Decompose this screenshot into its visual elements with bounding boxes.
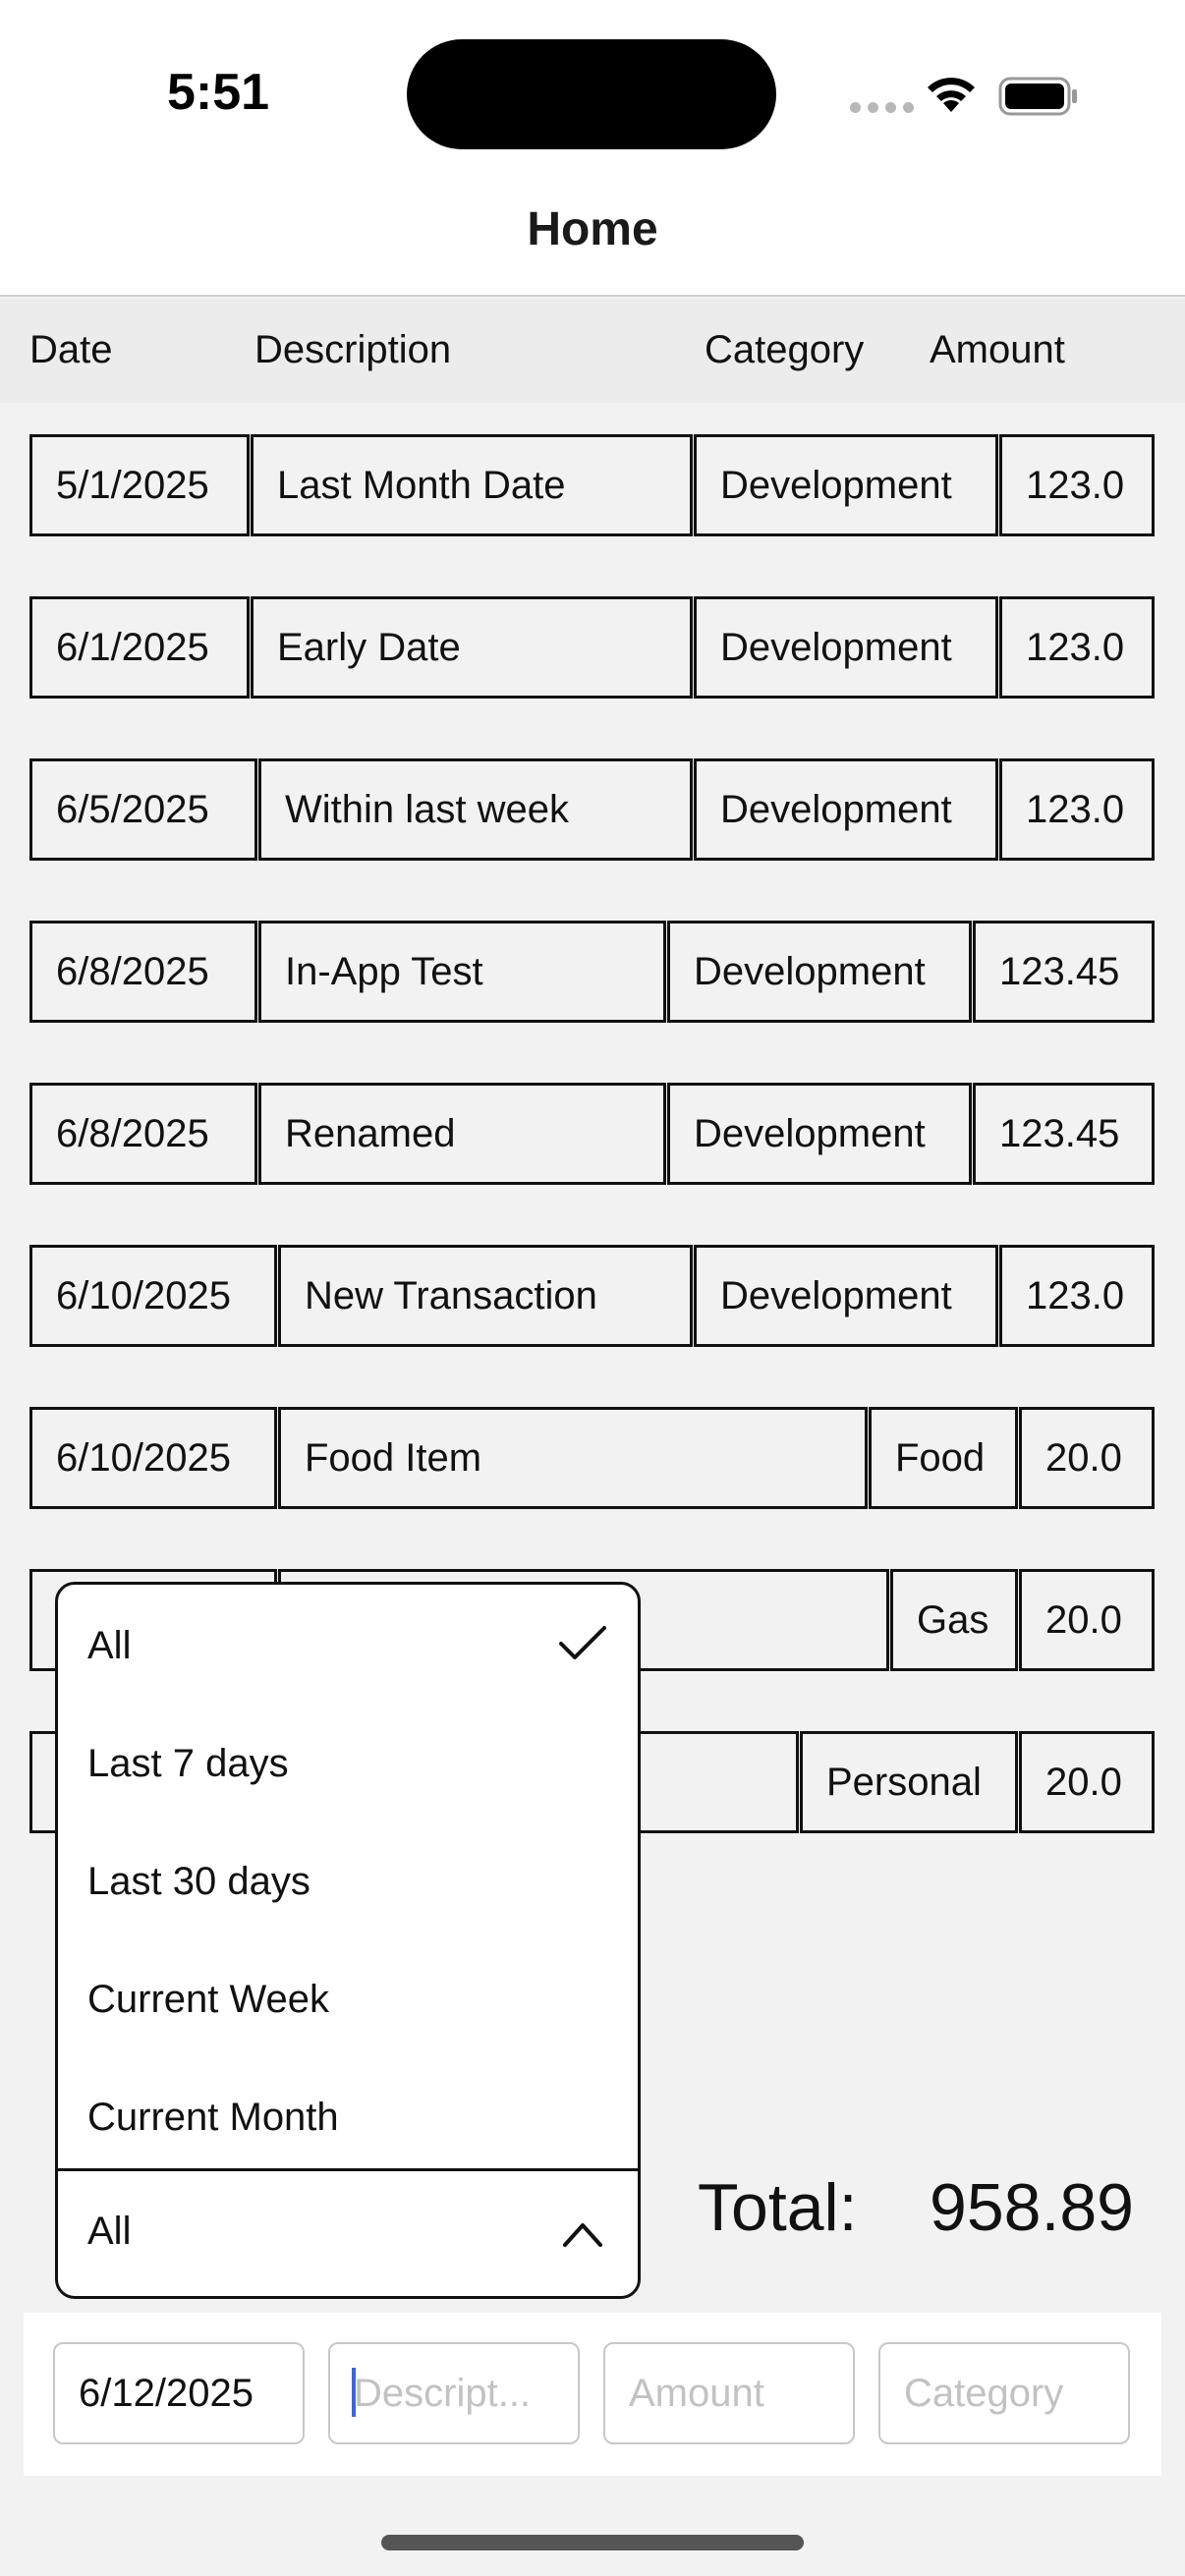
cellular-signal-icon [850, 102, 914, 113]
row-category[interactable]: Personal [800, 1731, 1018, 1833]
text-caret [352, 2368, 356, 2417]
table-row[interactable]: 6/8/2025 In-App Test Development 123.45 [0, 921, 1185, 1023]
row-amount[interactable]: 123.0 [999, 434, 1155, 536]
row-description[interactable]: Last Month Date [251, 434, 693, 536]
category-input[interactable] [878, 2342, 1130, 2444]
row-date[interactable]: 6/1/2025 [29, 596, 250, 699]
date-filter-dropdown[interactable]: All Last 7 days Last 30 days Current Wee… [55, 1582, 641, 2299]
row-description[interactable]: Renamed [258, 1083, 666, 1185]
row-description[interactable]: Early Date [251, 596, 693, 699]
checkmark-icon [559, 1626, 606, 1659]
table-row[interactable]: 6/5/2025 Within last week Development 12… [0, 758, 1185, 861]
total-value: 958.89 [930, 2170, 1134, 2245]
row-category[interactable]: Food [869, 1407, 1018, 1509]
filter-option-current-month[interactable]: Current Month [87, 2096, 339, 2140]
row-date[interactable]: 6/10/2025 [29, 1407, 277, 1509]
row-description[interactable]: In-App Test [258, 921, 666, 1023]
table-row[interactable]: 6/1/2025 Early Date Development 123.0 [0, 596, 1185, 699]
row-amount[interactable]: 123.45 [973, 1083, 1155, 1185]
row-category[interactable]: Gas [890, 1569, 1018, 1671]
row-date[interactable]: 6/10/2025 [29, 1245, 277, 1347]
row-category[interactable]: Development [694, 596, 998, 699]
row-description[interactable]: Within last week [258, 758, 693, 861]
table-row[interactable]: 6/10/2025 New Transaction Development 12… [0, 1245, 1185, 1347]
new-transaction-bar [24, 2313, 1161, 2476]
row-date[interactable]: 6/8/2025 [29, 1083, 257, 1185]
chevron-up-icon[interactable] [561, 2219, 604, 2249]
home-screen: 5:51 Home Date Description Category Amou… [0, 0, 1185, 2576]
row-category[interactable]: Development [694, 434, 998, 536]
row-date[interactable]: 6/8/2025 [29, 921, 257, 1023]
row-amount[interactable]: 123.0 [999, 1245, 1155, 1347]
filter-selected-value[interactable]: All [87, 2210, 131, 2254]
table-row[interactable]: 6/8/2025 Renamed Development 123.45 [0, 1083, 1185, 1185]
battery-icon [998, 77, 1077, 116]
header-category: Category [705, 328, 865, 371]
status-and-nav-bar: 5:51 Home [0, 0, 1185, 297]
filter-option-current-week[interactable]: Current Week [87, 1978, 329, 2022]
table-row[interactable]: 6/10/2025 Food Item Food 20.0 [0, 1407, 1185, 1509]
amount-input[interactable] [603, 2342, 855, 2444]
header-amount: Amount [930, 328, 1065, 371]
home-indicator[interactable] [381, 2535, 804, 2550]
page-title: Home [527, 203, 658, 255]
row-date[interactable]: 6/5/2025 [29, 758, 257, 861]
row-amount[interactable]: 123.45 [973, 921, 1155, 1023]
row-category[interactable]: Development [667, 1083, 972, 1185]
row-description[interactable]: New Transaction [278, 1245, 693, 1347]
header-date: Date [29, 328, 113, 371]
description-input[interactable] [328, 2342, 580, 2444]
row-amount[interactable]: 20.0 [1019, 1731, 1155, 1833]
row-amount[interactable]: 20.0 [1019, 1569, 1155, 1671]
row-date[interactable]: 5/1/2025 [29, 434, 250, 536]
filter-option-all[interactable]: All [87, 1624, 131, 1668]
row-amount[interactable]: 123.0 [999, 758, 1155, 861]
row-category[interactable]: Development [694, 1245, 998, 1347]
status-time: 5:51 [167, 64, 270, 121]
table-header: Date Description Category Amount [0, 299, 1185, 403]
row-amount[interactable]: 20.0 [1019, 1407, 1155, 1509]
dynamic-island [407, 39, 776, 149]
dropdown-divider [58, 2168, 638, 2171]
total-label: Total: [698, 2170, 858, 2245]
header-description: Description [254, 328, 452, 371]
row-category[interactable]: Development [694, 758, 998, 861]
date-input[interactable] [53, 2342, 305, 2444]
filter-option-last-7-days[interactable]: Last 7 days [87, 1742, 289, 1786]
wifi-icon [928, 78, 975, 112]
table-row[interactable]: 5/1/2025 Last Month Date Development 123… [0, 434, 1185, 536]
row-category[interactable]: Development [667, 921, 972, 1023]
row-description[interactable]: Food Item [278, 1407, 868, 1509]
row-amount[interactable]: 123.0 [999, 596, 1155, 699]
filter-option-last-30-days[interactable]: Last 30 days [87, 1860, 310, 1904]
